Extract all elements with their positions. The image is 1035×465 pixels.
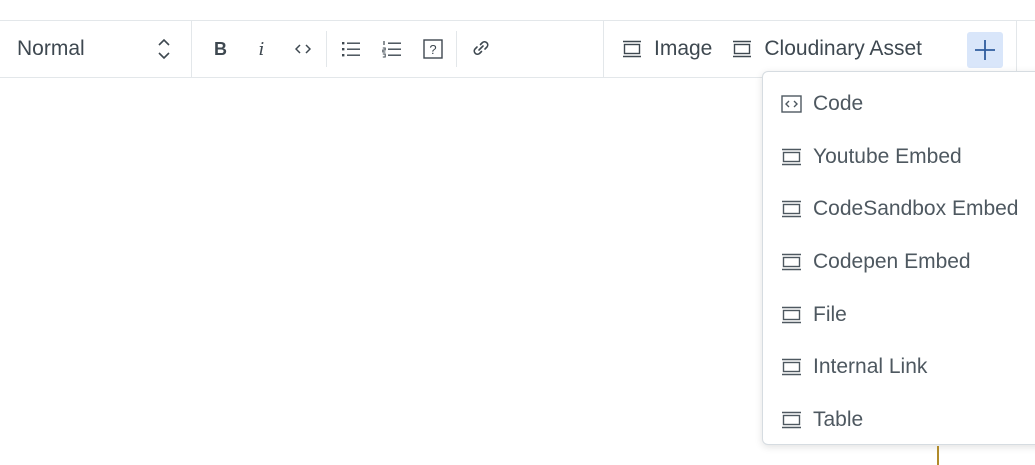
menu-item-table[interactable]: Table [763,394,1035,447]
insert-image-button[interactable]: Image [622,37,712,61]
menu-item-label: CodeSandbox Embed [813,197,1019,221]
editor-toolbar: Normal B i ? Image Cloudinary Asset [0,20,1035,78]
numbered-list-button[interactable] [371,29,412,69]
insert-cloudinary-label: Cloudinary Asset [764,37,922,60]
block-style-value: Normal [17,37,85,60]
menu-item-label: Code [813,92,864,116]
menu-item-label: File [813,302,847,326]
bullet-list-button[interactable] [330,29,371,69]
insert-block-menu: Code Youtube Embed CodeSandbox Embed Cod… [762,71,1035,445]
bold-button[interactable]: B [200,29,241,69]
menu-item-label: Table [813,407,864,431]
block-style-select[interactable]: Normal [0,21,192,77]
text-cursor [937,446,939,465]
insert-group: Image Cloudinary Asset [603,21,1003,77]
menu-item-youtube-embed[interactable]: Youtube Embed [763,131,1035,184]
italic-button[interactable]: i [241,29,282,69]
insert-cloudinary-button[interactable]: Cloudinary Asset [732,37,922,61]
toolbar-divider [1016,21,1017,77]
code-box-icon [781,95,802,113]
toolbar-divider [456,31,457,67]
block-icon [781,200,802,218]
plus-icon [974,39,996,61]
question-box-icon: ? [422,39,443,59]
add-block-button[interactable] [967,32,1003,68]
editor-page: Normal B i ? Image Cloudinary Asset Code… [0,0,1035,465]
menu-item-label: Youtube Embed [813,144,962,168]
menu-item-file[interactable]: File [763,288,1035,341]
block-icon [781,148,802,166]
code-icon [294,43,311,55]
link-icon [470,39,492,59]
menu-item-code[interactable]: Code [763,78,1035,131]
insert-image-label: Image [654,37,713,60]
block-icon [781,253,802,271]
block-icon [781,306,802,324]
format-group: B i ? [192,21,501,77]
numbered-list-icon [381,40,402,58]
inline-code-button[interactable] [282,29,323,69]
block-icon [622,40,642,58]
link-button[interactable] [460,29,501,69]
chevron-up-down-icon [157,37,171,61]
block-icon [781,411,802,429]
menu-item-codesandbox-embed[interactable]: CodeSandbox Embed [763,183,1035,236]
menu-item-internal-link[interactable]: Internal Link [763,341,1035,394]
block-icon [732,40,752,58]
toolbar-divider [326,31,327,67]
bullet-list-icon [341,40,361,58]
menu-item-codepen-embed[interactable]: Codepen Embed [763,236,1035,289]
menu-item-label: Internal Link [813,355,928,379]
svg-text:?: ? [429,42,436,57]
menu-item-label: Codepen Embed [813,250,971,274]
block-icon [781,358,802,376]
help-button[interactable]: ? [412,29,453,69]
